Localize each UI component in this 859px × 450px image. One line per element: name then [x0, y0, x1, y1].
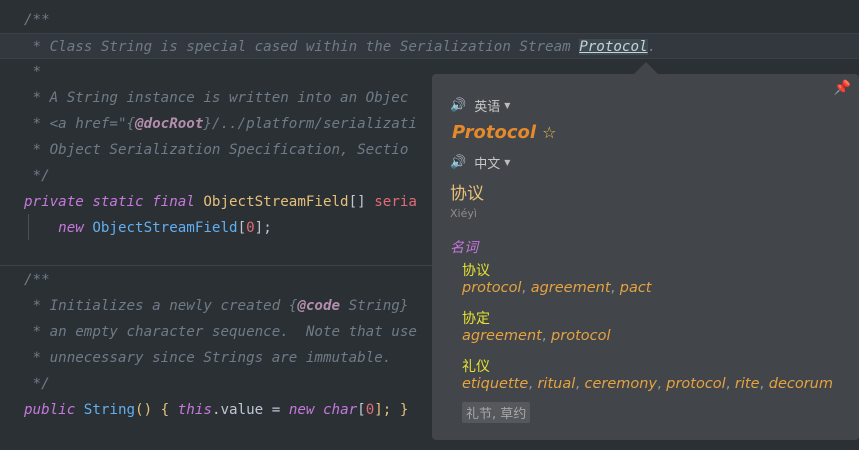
target-language-selector[interactable]: 🔊 中文 ▼ — [450, 153, 510, 172]
keyword: private static final — [24, 194, 195, 210]
target-language-label[interactable]: 中文 — [474, 153, 500, 172]
code-comment: * an empty character sequence. Note that… — [24, 324, 417, 340]
code-comment: /** — [24, 272, 50, 288]
code-comment: /** — [24, 12, 50, 28]
method-name: String — [83, 402, 136, 418]
number-literal: 0 — [246, 220, 255, 236]
sense-heading: 协定 — [462, 311, 490, 327]
caret-down-icon[interactable]: ▼ — [504, 101, 510, 110]
sense-words: etiquette, ritual, ceremony, protocol, r… — [462, 376, 833, 392]
code-comment: * Object Serialization Specification, Se… — [24, 142, 409, 158]
code-comment: String} — [340, 298, 409, 314]
sense-word[interactable]: protocol — [462, 280, 521, 296]
sense-word[interactable]: protocol — [551, 328, 610, 344]
code-comment: * Class String is special cased within t… — [24, 39, 580, 55]
pinyin-text: Xiéyì — [450, 207, 477, 220]
sense-words: protocol, agreement, pact — [462, 280, 652, 296]
sense-words: agreement, protocol — [462, 328, 611, 344]
keyword: this — [177, 402, 212, 418]
headword: Protocol ☆ — [452, 122, 556, 143]
sense-word[interactable]: protocol — [666, 376, 725, 392]
code-comment: }/../platform/serializati — [203, 116, 417, 132]
star-icon[interactable]: ☆ — [542, 123, 556, 142]
punctuation: .value = — [211, 402, 289, 418]
code-comment: * — [24, 64, 42, 80]
translation-text: 协议 — [450, 184, 484, 204]
punctuation: [] — [348, 194, 375, 210]
sense-word[interactable]: agreement — [462, 328, 542, 344]
punctuation: [ — [357, 402, 366, 418]
punctuation: () { — [135, 402, 178, 418]
punctuation: [ — [237, 220, 247, 236]
javadoc-tag: @code — [297, 298, 341, 314]
sense-word[interactable]: decorum — [769, 376, 833, 392]
type-name: ObjectStreamField — [203, 194, 349, 210]
speaker-icon[interactable]: 🔊 — [450, 155, 466, 170]
code-comment: * <a href="{ — [24, 116, 136, 132]
type-keyword: char — [322, 402, 358, 418]
part-of-speech: 名词 — [450, 240, 478, 256]
source-language-selector[interactable]: 🔊 英语 ▼ — [450, 96, 510, 115]
sense-heading: 礼仪 — [462, 359, 490, 375]
code-comment: * Initializes a newly created { — [24, 298, 298, 314]
code-line-current[interactable]: * Class String is special cased within t… — [0, 33, 859, 59]
code-comment: * A String instance is written into an O… — [24, 90, 409, 106]
sense-word[interactable]: agreement — [531, 280, 611, 296]
sense-heading: 协议 — [462, 263, 490, 279]
sense-word[interactable]: ritual — [537, 376, 575, 392]
headword-text: Protocol — [452, 122, 537, 143]
source-language-label[interactable]: 英语 — [474, 96, 500, 115]
keyword: public — [24, 402, 76, 418]
speaker-icon[interactable]: 🔊 — [450, 98, 466, 113]
code-comment: * unnecessary since Strings are immutabl… — [24, 350, 392, 366]
keyword: new — [58, 220, 84, 236]
type-name: ObjectStreamField — [92, 220, 238, 236]
keyword: new — [288, 402, 315, 418]
hovered-word[interactable]: Protocol — [579, 39, 648, 55]
sense-word[interactable]: pact — [620, 280, 652, 296]
translation-popup[interactable]: 📌 🔊 英语 ▼ Protocol ☆ 🔊 中文 ▼ 协议 Xiéyì 名词 协议… — [432, 74, 859, 440]
code-comment: */ — [24, 376, 50, 392]
punctuation: ]; } — [374, 402, 409, 418]
code-line[interactable]: /** — [0, 7, 859, 33]
javadoc-tag: @docRoot — [135, 116, 204, 132]
caret-down-icon[interactable]: ▼ — [504, 158, 510, 167]
sense-word[interactable]: ceremony — [584, 376, 657, 392]
code-comment: . — [647, 39, 657, 55]
field-name: seria — [374, 194, 417, 210]
pin-icon[interactable]: 📌 — [834, 80, 851, 96]
number-literal: 0 — [365, 402, 375, 418]
sense-word[interactable]: etiquette — [462, 376, 528, 392]
sense-word[interactable]: rite — [735, 376, 760, 392]
code-comment: */ — [24, 168, 50, 184]
more-translations-chip[interactable]: 礼节, 草约 — [462, 402, 531, 423]
popup-arrow — [634, 62, 658, 74]
punctuation: ]; — [254, 220, 272, 236]
